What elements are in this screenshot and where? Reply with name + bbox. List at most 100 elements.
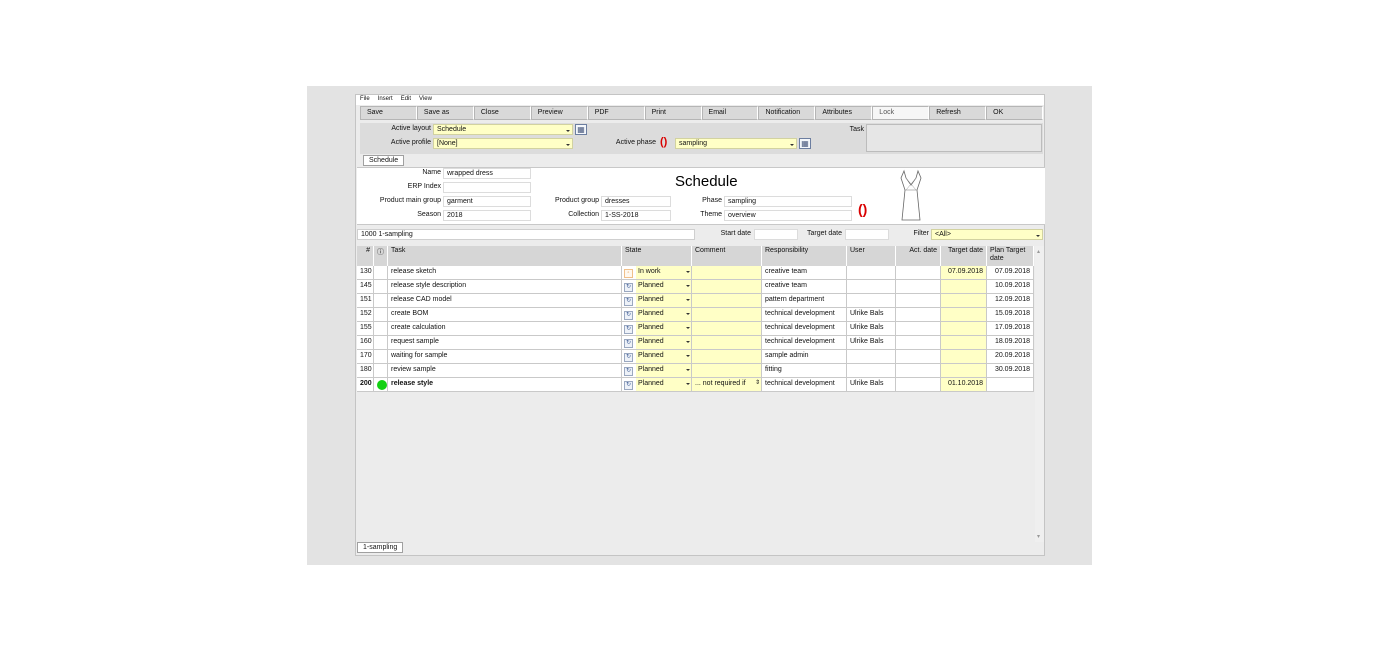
- active-layout-select[interactable]: Schedule: [433, 124, 573, 135]
- email-button[interactable]: Email: [701, 106, 759, 120]
- menu-file[interactable]: File: [356, 95, 374, 105]
- calendar-icon[interactable]: ▦: [799, 138, 811, 149]
- col-header-info[interactable]: ⓘ: [374, 246, 388, 266]
- cell-target-date[interactable]: 07.09.2018: [941, 266, 987, 280]
- target-date-field[interactable]: [845, 229, 889, 240]
- cell-user[interactable]: [847, 266, 896, 280]
- cell-user[interactable]: Ulrike Bals: [847, 378, 896, 392]
- cell-comment[interactable]: [692, 336, 762, 350]
- cell-task[interactable]: review sample: [388, 364, 622, 378]
- collection-field[interactable]: 1-SS-2018: [601, 210, 671, 221]
- cell-act-date[interactable]: [896, 350, 941, 364]
- cell-act-date[interactable]: [896, 294, 941, 308]
- print-button[interactable]: Print: [644, 106, 702, 120]
- cell-task[interactable]: release style: [388, 378, 622, 392]
- cell-responsibility[interactable]: fitting: [762, 364, 847, 378]
- cell-task[interactable]: create BOM: [388, 308, 622, 322]
- cell-task[interactable]: create calculation: [388, 322, 622, 336]
- state-select[interactable]: Planned: [636, 350, 691, 363]
- cell-target-date[interactable]: [941, 308, 987, 322]
- active-phase-select[interactable]: sampling: [675, 138, 797, 149]
- table-row[interactable]: 145 release style description ↻ Planned …: [357, 280, 1034, 294]
- table-row[interactable]: 200 release style ↻ Planned ... not requ…: [357, 378, 1034, 392]
- state-select[interactable]: Planned: [636, 364, 691, 377]
- cell-responsibility[interactable]: pattern department: [762, 294, 847, 308]
- col-header-target-date[interactable]: Target date: [941, 246, 987, 266]
- state-select[interactable]: Planned: [636, 294, 691, 307]
- vertical-scrollbar[interactable]: ▴ ▾: [1035, 246, 1044, 542]
- cell-comment[interactable]: [692, 322, 762, 336]
- phase-cycle-icon[interactable]: (): [858, 202, 867, 216]
- cell-target-date[interactable]: [941, 280, 987, 294]
- cell-state[interactable]: ↻ Planned: [622, 308, 692, 322]
- table-row[interactable]: 151 release CAD model ↻ Planned pattern …: [357, 294, 1034, 308]
- tab-schedule[interactable]: Schedule: [363, 155, 405, 166]
- scroll-down-icon[interactable]: ▾: [1037, 533, 1040, 540]
- cell-act-date[interactable]: [896, 322, 941, 336]
- col-header-act-date[interactable]: Act. date: [896, 246, 941, 266]
- cell-target-date[interactable]: [941, 294, 987, 308]
- pdf-button[interactable]: PDF: [587, 106, 645, 120]
- cell-act-date[interactable]: [896, 280, 941, 294]
- cell-comment[interactable]: [692, 294, 762, 308]
- cell-target-date[interactable]: [941, 364, 987, 378]
- cell-act-date[interactable]: [896, 308, 941, 322]
- cell-user[interactable]: [847, 294, 896, 308]
- state-select[interactable]: Planned: [636, 308, 691, 321]
- col-header-num[interactable]: #: [357, 246, 374, 266]
- col-header-responsibility[interactable]: Responsibility: [762, 246, 847, 266]
- save-button[interactable]: Save: [360, 106, 417, 120]
- cell-task[interactable]: waiting for sample: [388, 350, 622, 364]
- erp-index-field[interactable]: [443, 182, 531, 193]
- cell-responsibility[interactable]: technical development: [762, 322, 847, 336]
- calendar-icon[interactable]: ▦: [575, 124, 587, 135]
- cell-comment[interactable]: [692, 280, 762, 294]
- theme-field[interactable]: overview: [724, 210, 852, 221]
- col-header-user[interactable]: User: [847, 246, 896, 266]
- cell-target-date[interactable]: [941, 336, 987, 350]
- cell-task[interactable]: release style description: [388, 280, 622, 294]
- table-row[interactable]: 130 release sketch ◦ In work creative te…: [357, 266, 1034, 280]
- cell-comment[interactable]: [692, 350, 762, 364]
- cell-comment[interactable]: [692, 266, 762, 280]
- phase-field[interactable]: sampling: [724, 196, 852, 207]
- product-main-group-field[interactable]: garment: [443, 196, 531, 207]
- cell-act-date[interactable]: [896, 364, 941, 378]
- table-row[interactable]: 160 request sample ↻ Planned technical d…: [357, 336, 1034, 350]
- cell-user[interactable]: [847, 350, 896, 364]
- spinner-arrows-icon[interactable]: ⇕: [755, 379, 760, 386]
- state-select[interactable]: Planned: [636, 378, 691, 391]
- product-group-field[interactable]: dresses: [601, 196, 671, 207]
- cell-comment[interactable]: ... not required if ⇕: [692, 378, 762, 392]
- scroll-up-icon[interactable]: ▴: [1037, 248, 1040, 255]
- cell-responsibility[interactable]: creative team: [762, 266, 847, 280]
- cell-comment[interactable]: [692, 364, 762, 378]
- cell-target-date[interactable]: [941, 322, 987, 336]
- cell-state[interactable]: ↻ Planned: [622, 378, 692, 392]
- state-select[interactable]: Planned: [636, 336, 691, 349]
- cell-state[interactable]: ↻ Planned: [622, 280, 692, 294]
- cell-task[interactable]: release CAD model: [388, 294, 622, 308]
- cell-act-date[interactable]: [896, 266, 941, 280]
- table-row[interactable]: 170 waiting for sample ↻ Planned sample …: [357, 350, 1034, 364]
- preview-button[interactable]: Preview: [530, 106, 588, 120]
- cell-state[interactable]: ◦ In work: [622, 266, 692, 280]
- cell-responsibility[interactable]: sample admin: [762, 350, 847, 364]
- cell-user[interactable]: Ulrike Bals: [847, 308, 896, 322]
- cell-task[interactable]: release sketch: [388, 266, 622, 280]
- col-header-comment[interactable]: Comment: [692, 246, 762, 266]
- table-row[interactable]: 152 create BOM ↻ Planned technical devel…: [357, 308, 1034, 322]
- cell-state[interactable]: ↻ Planned: [622, 336, 692, 350]
- filter-select[interactable]: <All>: [931, 229, 1043, 240]
- cell-responsibility[interactable]: technical development: [762, 308, 847, 322]
- table-row[interactable]: 180 review sample ↻ Planned fitting 30.0…: [357, 364, 1034, 378]
- cell-user[interactable]: Ulrike Bals: [847, 336, 896, 350]
- name-field[interactable]: wrapped dress: [443, 168, 531, 179]
- cell-state[interactable]: ↻ Planned: [622, 350, 692, 364]
- season-field[interactable]: 2018: [443, 210, 531, 221]
- save-as-button[interactable]: Save as: [416, 106, 474, 120]
- menu-insert[interactable]: Insert: [374, 95, 397, 105]
- tab-1-sampling[interactable]: 1-sampling: [357, 542, 404, 553]
- table-row[interactable]: 155 create calculation ↻ Planned technic…: [357, 322, 1034, 336]
- cell-state[interactable]: ↻ Planned: [622, 322, 692, 336]
